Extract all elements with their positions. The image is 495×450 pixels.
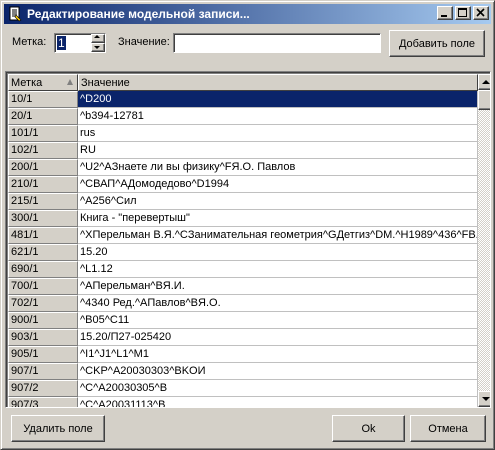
- row-value-cell[interactable]: ^B05^C11: [78, 312, 478, 329]
- ok-button[interactable]: Ok: [332, 415, 405, 442]
- row-tag-cell[interactable]: 102/1: [8, 142, 78, 159]
- column-header-tag-label: Метка: [11, 76, 43, 89]
- column-header-value[interactable]: Значение: [78, 74, 478, 91]
- row-tag-cell[interactable]: 907/1: [8, 363, 78, 380]
- add-field-button[interactable]: Добавить поле: [389, 30, 485, 57]
- close-icon: [476, 8, 485, 17]
- row-tag-cell[interactable]: 20/1: [8, 108, 78, 125]
- scroll-up-button[interactable]: [478, 74, 490, 90]
- row-value-cell[interactable]: ^4340 Ред.^AПавлов^BЯ.О.: [78, 295, 478, 312]
- scroll-down-icon: [482, 397, 490, 405]
- edit-record-window: Редактирование модельной записи... Метка…: [0, 0, 495, 450]
- maximize-button[interactable]: [455, 6, 471, 20]
- row-tag-cell[interactable]: 210/1: [8, 176, 78, 193]
- table-row[interactable]: 905/1 ^I1^J1^L1^M1: [8, 346, 478, 363]
- row-tag-cell[interactable]: 903/1: [8, 329, 78, 346]
- title-bar[interactable]: Редактирование модельной записи...: [4, 4, 491, 24]
- row-value-cell[interactable]: ^CВАП^AДомодедово^D1994: [78, 176, 478, 193]
- document-icon: [7, 6, 23, 22]
- tag-label: Метка:: [12, 36, 47, 48]
- row-value-cell[interactable]: ^I1^J1^L1^M1: [78, 346, 478, 363]
- table-row[interactable]: 690/1 ^L1.12: [8, 261, 478, 278]
- table-row[interactable]: 215/1 ^A256^Сил: [8, 193, 478, 210]
- row-value-cell[interactable]: 15.20/П27-025420: [78, 329, 478, 346]
- table-row[interactable]: 200/1 ^U2^AЗнаете ли вы физику^FЯ.О. Павл…: [8, 159, 478, 176]
- row-value-cell[interactable]: ^XПерельман В.Я.^CЗанимательная геометри…: [78, 227, 478, 244]
- row-value-cell[interactable]: Книга - "перевертыш": [78, 210, 478, 227]
- table-row[interactable]: 102/1 RU: [8, 142, 478, 159]
- close-button[interactable]: [473, 6, 489, 20]
- table-row[interactable]: 700/1 ^AПерельман^BЯ.И.: [8, 278, 478, 295]
- scroll-down-button[interactable]: [478, 391, 490, 407]
- row-tag-cell[interactable]: 690/1: [8, 261, 78, 278]
- cancel-label: Отмена: [428, 422, 468, 435]
- add-field-label: Добавить поле: [398, 37, 476, 50]
- table-row[interactable]: 907/2 ^C^A20030305^B: [8, 380, 478, 397]
- row-value-cell[interactable]: ^D200: [78, 91, 478, 108]
- chevron-up-icon: [94, 32, 100, 38]
- fields-grid: Метка Значение 10/1 ^D200 20/1 ^b394-12781 1…: [5, 71, 491, 408]
- table-row[interactable]: 101/1 rus: [8, 125, 478, 142]
- row-value-cell[interactable]: rus: [78, 125, 478, 142]
- table-row[interactable]: 210/1 ^CВАП^AДомодедово^D1994: [8, 176, 478, 193]
- row-tag-cell[interactable]: 907/2: [8, 380, 78, 397]
- row-value-cell[interactable]: 15.20: [78, 244, 478, 261]
- grid-body: Метка Значение 10/1 ^D200 20/1 ^b394-12781 1…: [8, 74, 478, 407]
- row-tag-cell[interactable]: 481/1: [8, 227, 78, 244]
- row-value-cell[interactable]: ^b394-12781: [78, 108, 478, 125]
- row-tag-cell[interactable]: 621/1: [8, 244, 78, 261]
- vertical-scrollbar[interactable]: [478, 74, 490, 407]
- table-row[interactable]: 907/3 ^C^A20031113^B: [8, 397, 478, 407]
- table-row[interactable]: 20/1 ^b394-12781: [8, 108, 478, 125]
- row-tag-cell[interactable]: 907/3: [8, 397, 78, 407]
- row-value-cell[interactable]: ^U2^AЗнаете ли вы физику^FЯ.О. Павлов: [78, 159, 478, 176]
- table-row[interactable]: 907/1 ^CKP^A20030303^BKOИ: [8, 363, 478, 380]
- row-tag-cell[interactable]: 905/1: [8, 346, 78, 363]
- row-value-cell[interactable]: ^C^A20031113^B: [78, 397, 478, 407]
- delete-field-button[interactable]: Удалить поле: [11, 415, 105, 442]
- row-tag-cell[interactable]: 215/1: [8, 193, 78, 210]
- row-value-cell[interactable]: ^L1.12: [78, 261, 478, 278]
- table-row[interactable]: 300/1 Книга - "перевертыш": [8, 210, 478, 227]
- table-row[interactable]: 10/1 ^D200: [8, 91, 478, 108]
- tag-stepper[interactable]: 1: [54, 33, 106, 53]
- minimize-button[interactable]: [437, 6, 453, 20]
- row-tag-cell[interactable]: 101/1: [8, 125, 78, 142]
- scroll-up-icon: [482, 76, 490, 84]
- sort-asc-icon: [67, 79, 73, 85]
- table-row[interactable]: 621/1 15.20: [8, 244, 478, 261]
- row-value-cell[interactable]: RU: [78, 142, 478, 159]
- value-label: Значение:: [118, 36, 170, 48]
- maximize-icon: [458, 8, 467, 17]
- row-tag-cell[interactable]: 300/1: [8, 210, 78, 227]
- chevron-down-icon: [94, 46, 100, 52]
- row-tag-cell[interactable]: 200/1: [8, 159, 78, 176]
- stepper-down-button[interactable]: [91, 43, 105, 52]
- row-value-cell[interactable]: ^AПерельман^BЯ.И.: [78, 278, 478, 295]
- row-tag-cell[interactable]: 900/1: [8, 312, 78, 329]
- row-value-cell[interactable]: ^C^A20030305^B: [78, 380, 478, 397]
- column-header-value-label: Значение: [81, 76, 130, 89]
- table-row[interactable]: 900/1 ^B05^C11: [8, 312, 478, 329]
- row-value-cell[interactable]: ^A256^Сил: [78, 193, 478, 210]
- row-tag-cell[interactable]: 700/1: [8, 278, 78, 295]
- row-tag-cell[interactable]: 702/1: [8, 295, 78, 312]
- row-value-cell[interactable]: ^CKP^A20030303^BKOИ: [78, 363, 478, 380]
- minimize-icon: [441, 15, 447, 17]
- table-row[interactable]: 702/1 ^4340 Ред.^AПавлов^BЯ.О.: [8, 295, 478, 312]
- cancel-button[interactable]: Отмена: [410, 415, 486, 442]
- table-row[interactable]: 903/1 15.20/П27-025420: [8, 329, 478, 346]
- table-row[interactable]: 481/1 ^XПерельман В.Я.^CЗанимательная гео…: [8, 227, 478, 244]
- row-tag-cell[interactable]: 10/1: [8, 91, 78, 108]
- window-title: Редактирование модельной записи...: [27, 7, 250, 21]
- scroll-thumb[interactable]: [478, 90, 490, 110]
- column-header-tag[interactable]: Метка: [8, 74, 78, 91]
- tag-stepper-value: 1: [57, 36, 66, 50]
- value-input[interactable]: [173, 33, 381, 53]
- ok-label: Ok: [361, 422, 376, 435]
- stepper-up-button[interactable]: [91, 34, 105, 43]
- delete-field-label: Удалить поле: [23, 422, 93, 435]
